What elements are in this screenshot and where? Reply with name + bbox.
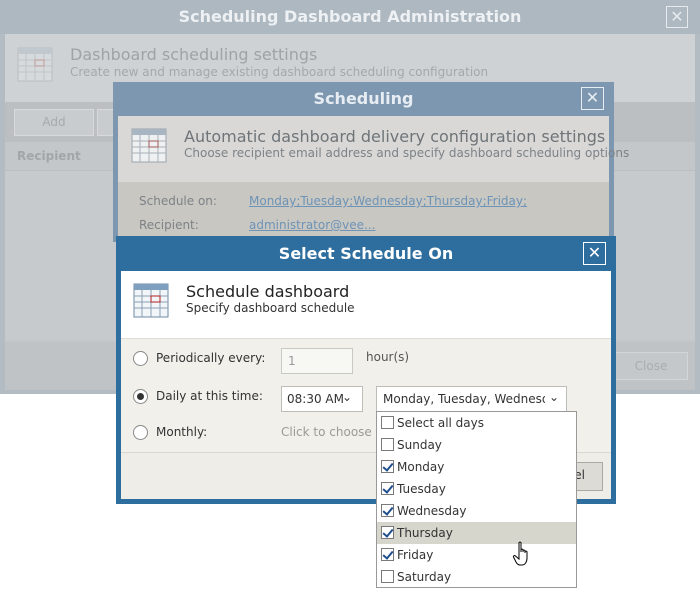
day-option-label: Friday	[397, 548, 434, 562]
day-checkbox[interactable]	[381, 526, 394, 539]
day-option-saturday[interactable]: Saturday	[377, 566, 576, 588]
day-option-label: Select all days	[397, 416, 484, 430]
day-checkbox[interactable]	[381, 504, 394, 517]
daily-label: Daily at this time:	[156, 389, 263, 403]
day-checkbox[interactable]	[381, 416, 394, 429]
day-checkbox[interactable]	[381, 482, 394, 495]
day-option-wednesday[interactable]: Wednesday	[377, 500, 576, 522]
monthly-label: Monthly:	[156, 425, 208, 439]
day-option-tuesday[interactable]: Tuesday	[377, 478, 576, 500]
add-button[interactable]: Add	[14, 109, 94, 136]
day-option-label: Monday	[397, 460, 445, 474]
select-schedule-heading: Schedule dashboard	[186, 282, 350, 301]
main-window-subheading: Create new and manage existing dashboard…	[70, 65, 489, 79]
hours-unit-label: hour(s)	[366, 350, 410, 364]
scheduling-window-title: Scheduling	[313, 89, 414, 108]
scheduling-window-heading: Automatic dashboard delivery configurati…	[184, 127, 606, 146]
period-hours-input[interactable]	[281, 348, 353, 374]
close-button[interactable]: Close	[614, 352, 688, 380]
recipient-label: Recipient:	[139, 218, 199, 232]
main-window-title: Scheduling Dashboard Administration	[178, 7, 522, 26]
select-schedule-subheading: Specify dashboard schedule	[186, 301, 355, 315]
recipient-link[interactable]: administrator@vee...	[249, 218, 375, 232]
periodically-radio[interactable]	[133, 351, 148, 366]
calendar-icon	[133, 283, 169, 318]
day-checkbox[interactable]	[381, 438, 394, 451]
calendar-icon	[17, 47, 53, 82]
chevron-down-icon[interactable]: ⌄	[342, 390, 352, 404]
monthly-choose-link[interactable]: Click to choose	[281, 425, 372, 439]
day-option-label: Wednesday	[397, 504, 467, 518]
chevron-down-icon[interactable]: ⌄	[549, 390, 559, 404]
schedule-on-link[interactable]: Monday;Tuesday;Wednesday;Thursday;Friday…	[249, 194, 527, 208]
main-window-heading: Dashboard scheduling settings	[70, 45, 318, 64]
day-option-label: Sunday	[397, 438, 442, 452]
recipient-column-header[interactable]: Recipient	[17, 149, 81, 163]
day-checkbox[interactable]	[381, 570, 394, 583]
day-option-label: Saturday	[397, 570, 452, 584]
schedule-on-label: Schedule on:	[139, 194, 217, 208]
scheduling-window-subheading: Choose recipient email address and speci…	[184, 146, 630, 160]
hand-pointer-icon	[512, 541, 528, 566]
day-option-thursday[interactable]: Thursday	[377, 522, 576, 544]
day-option-label: Tuesday	[397, 482, 446, 496]
day-option-friday[interactable]: Friday	[377, 544, 576, 566]
day-checkbox[interactable]	[381, 548, 394, 561]
day-option-label: Thursday	[397, 526, 453, 540]
scheduling-window-close-icon[interactable]: ✕	[581, 87, 604, 110]
time-value: 08:30 AM	[287, 392, 344, 406]
select-schedule-title: Select Schedule On	[278, 244, 454, 263]
day-checkbox[interactable]	[381, 460, 394, 473]
daily-radio[interactable]	[133, 389, 148, 404]
day-option-monday[interactable]: Monday	[377, 456, 576, 478]
calendar-icon	[131, 128, 167, 163]
day-option-sunday[interactable]: Sunday	[377, 434, 576, 456]
main-window-close-icon[interactable]: ✕	[666, 6, 688, 28]
select-schedule-close-icon[interactable]: ✕	[583, 242, 606, 265]
days-summary: Monday, Tuesday, Wednesday, Thursday, Fr…	[383, 392, 545, 406]
monthly-radio[interactable]	[133, 425, 148, 440]
day-option-select-all[interactable]: Select all days	[377, 412, 576, 434]
periodically-label: Periodically every:	[156, 351, 266, 365]
